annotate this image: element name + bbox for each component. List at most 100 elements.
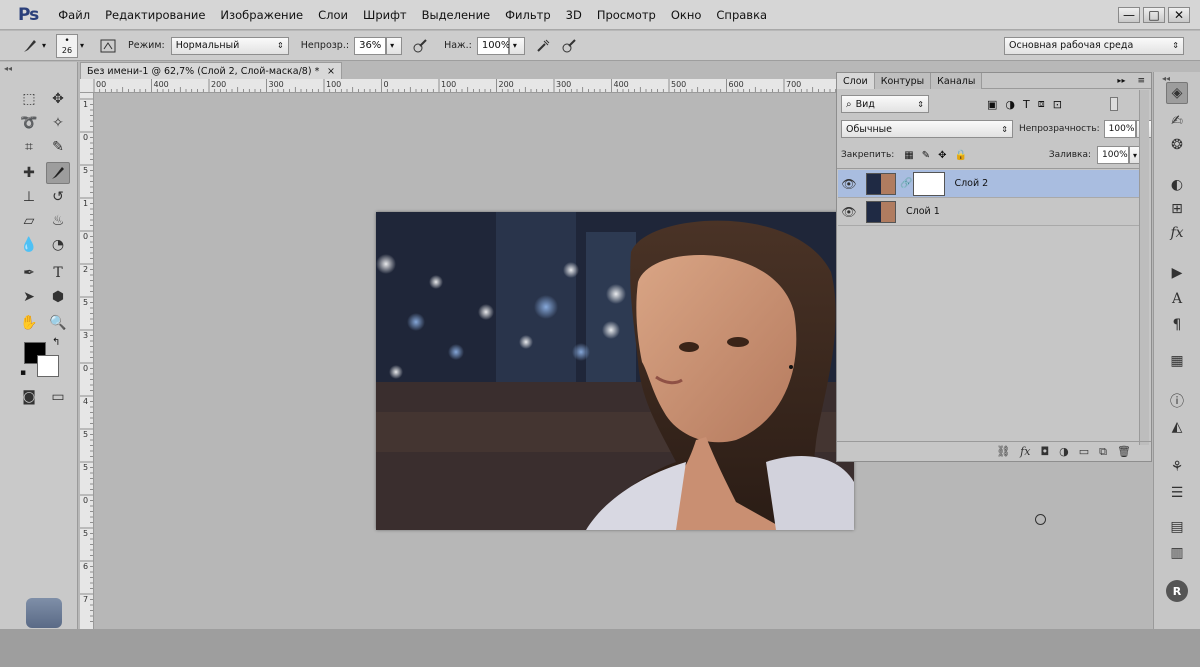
layer-name[interactable]: Слой 1 <box>906 206 940 217</box>
layer-mask-thumbnail[interactable] <box>913 171 946 196</box>
quick-mask-icon[interactable]: ◙ <box>17 386 41 408</box>
brush-tool-icon[interactable] <box>20 36 40 56</box>
maximize-button[interactable]: □ <box>1143 6 1165 23</box>
airbrush-icon[interactable] <box>533 36 553 56</box>
marquee-tool-icon[interactable]: ⬚ <box>17 88 41 110</box>
info-dock-icon[interactable]: ⓘ <box>1166 390 1188 412</box>
clone-source-dock-icon[interactable]: ▥ <box>1166 542 1188 564</box>
fx-icon[interactable]: fx <box>1020 445 1030 458</box>
layer-row-layer-1[interactable]: 👁 Слой 1 <box>838 198 1139 226</box>
zoom-tool-icon[interactable]: 🔍 <box>46 312 70 334</box>
adjustment-icon[interactable]: ◑ <box>1059 445 1069 458</box>
link-icon[interactable]: ⛓ <box>996 445 1010 458</box>
flow-input[interactable]: 100% <box>476 36 510 55</box>
navigator-dock-icon[interactable]: ◭ <box>1166 416 1188 438</box>
collapse-panel-icon[interactable]: ◂◂ <box>4 64 12 73</box>
filter-smart-object-icon[interactable]: ⊡ <box>1053 98 1062 111</box>
lock-paint-icon[interactable]: ✎ <box>922 150 930 161</box>
menu-type[interactable]: Шрифт <box>363 8 407 22</box>
plugin-dock-icon[interactable]: R <box>1166 580 1188 602</box>
panel-menu-icon[interactable]: ≡ <box>1131 73 1151 88</box>
hand-tool-icon[interactable]: ✋ <box>17 312 41 334</box>
tab-layers[interactable]: Слои <box>837 73 875 89</box>
type-tool-icon[interactable]: T <box>46 262 70 284</box>
pen-tool-icon[interactable]: ✒ <box>17 262 41 284</box>
brush-size-picker[interactable]: • 26 <box>56 33 79 58</box>
default-colors-icon[interactable]: ▪ <box>20 368 26 378</box>
clone-stamp-tool-icon[interactable]: ⊥ <box>17 186 41 208</box>
background-color-swatch[interactable] <box>37 355 59 377</box>
path-selection-tool-icon[interactable]: ➤ <box>17 286 41 308</box>
magic-wand-tool-icon[interactable]: ✧ <box>46 112 70 134</box>
menu-view[interactable]: Просмотр <box>597 8 656 22</box>
paint-bucket-tool-icon[interactable]: ♨ <box>46 210 70 232</box>
menu-file[interactable]: Файл <box>58 8 90 22</box>
adjustments-dock-icon[interactable]: ◐ <box>1166 174 1188 196</box>
brush-panel-toggle-icon[interactable] <box>98 36 118 56</box>
layer-opacity-input[interactable]: 100% <box>1103 120 1136 138</box>
document-tab[interactable]: Без имени-1 @ 62,7% (Слой 2, Слой-маска/… <box>80 62 342 79</box>
tab-paths[interactable]: Контуры <box>874 73 932 89</box>
brush-presets-dock-icon[interactable]: ⚘ <box>1166 456 1188 478</box>
history-brush-tool-icon[interactable]: ↺ <box>46 186 70 208</box>
tool-presets-dock-icon[interactable]: ☰ <box>1166 482 1188 504</box>
tool-preset-arrow-icon[interactable]: ▾ <box>42 41 46 50</box>
shape-tool-icon[interactable]: ⬢ <box>46 286 70 308</box>
notes-dock-icon[interactable]: ▤ <box>1166 516 1188 538</box>
panel-collapse-icon[interactable]: ▸▸ <box>1111 73 1131 88</box>
crop-tool-icon[interactable]: ⌗ <box>17 136 41 158</box>
lock-all-icon[interactable]: 🔒 <box>955 150 967 161</box>
pressure-size-icon[interactable] <box>559 36 579 56</box>
lock-position-icon[interactable]: ✥ <box>938 150 946 161</box>
layers-dock-icon[interactable]: ◈ <box>1166 82 1188 104</box>
eyedropper-tool-icon[interactable]: ✎ <box>46 136 70 158</box>
panel-scrollbar[interactable] <box>1139 90 1149 445</box>
flow-dropdown-button[interactable]: ▾ <box>508 36 525 55</box>
new-layer-icon[interactable]: ⧉ <box>1099 445 1107 459</box>
brush-picker-arrow-icon[interactable]: ▾ <box>80 41 84 50</box>
brush-tool-active-icon[interactable] <box>46 162 70 184</box>
close-button[interactable]: ✕ <box>1168 6 1190 23</box>
folder-icon[interactable]: ▭ <box>1079 445 1089 458</box>
layer-row-layer-2[interactable]: 👁 🔗 Слой 2 <box>838 170 1139 198</box>
opacity-dropdown-button[interactable]: ▾ <box>386 36 403 55</box>
document-image[interactable] <box>376 212 854 530</box>
filter-pixel-icon[interactable]: ▣ <box>987 98 997 111</box>
tab-channels[interactable]: Каналы <box>931 73 983 89</box>
screen-mode-icon[interactable]: ▭ <box>46 386 70 408</box>
opacity-input[interactable]: 36% <box>354 36 387 55</box>
blend-mode-select[interactable]: Обычные ⇕ <box>841 120 1013 138</box>
filter-toggle-switch[interactable] <box>1109 97 1118 111</box>
filter-adjustment-icon[interactable]: ◑ <box>1005 98 1015 111</box>
mask-link-icon[interactable]: 🔗 <box>900 178 912 189</box>
mode-select[interactable]: Нормальный ⇕ <box>170 36 289 55</box>
menu-image[interactable]: Изображение <box>220 8 303 22</box>
menu-select[interactable]: Выделение <box>422 8 491 22</box>
properties-dock-icon[interactable]: ⊞ <box>1166 198 1188 220</box>
menu-help[interactable]: Справка <box>716 8 767 22</box>
channels-dock-icon[interactable]: ❂ <box>1166 134 1188 156</box>
lasso-tool-icon[interactable]: ➰ <box>17 112 41 134</box>
layer-filter-select[interactable]: ⌕ Вид ⇕ <box>841 95 929 113</box>
paths-dock-icon[interactable]: ✍ <box>1166 110 1188 132</box>
workspace-select[interactable]: Основная рабочая среда ⇕ <box>1004 36 1184 55</box>
menu-layers[interactable]: Слои <box>318 8 348 22</box>
paragraph-dock-icon[interactable]: ¶ <box>1166 314 1188 336</box>
close-document-icon[interactable]: × <box>327 66 335 77</box>
filter-shape-icon[interactable]: ⧈ <box>1038 97 1045 111</box>
fill-input[interactable]: 100% <box>1097 146 1129 164</box>
healing-brush-tool-icon[interactable]: ✚ <box>17 162 41 184</box>
swatches-dock-icon[interactable]: ▦ <box>1166 350 1188 372</box>
eraser-tool-icon[interactable]: ▱ <box>17 210 41 232</box>
minimize-button[interactable]: — <box>1118 6 1140 23</box>
styles-dock-icon[interactable]: fx <box>1166 222 1188 244</box>
filter-type-icon[interactable]: T <box>1023 98 1030 111</box>
mask-icon[interactable]: ◘ <box>1040 445 1049 458</box>
visibility-eye-icon[interactable]: 👁 <box>838 205 860 219</box>
menu-edit[interactable]: Редактирование <box>105 8 205 22</box>
menu-3d[interactable]: 3D <box>566 8 582 22</box>
swap-colors-icon[interactable]: ↰ <box>52 337 60 348</box>
dodge-tool-icon[interactable]: ◔ <box>46 234 70 256</box>
blur-tool-icon[interactable]: 💧 <box>17 234 41 256</box>
character-dock-icon[interactable]: A <box>1166 288 1188 310</box>
